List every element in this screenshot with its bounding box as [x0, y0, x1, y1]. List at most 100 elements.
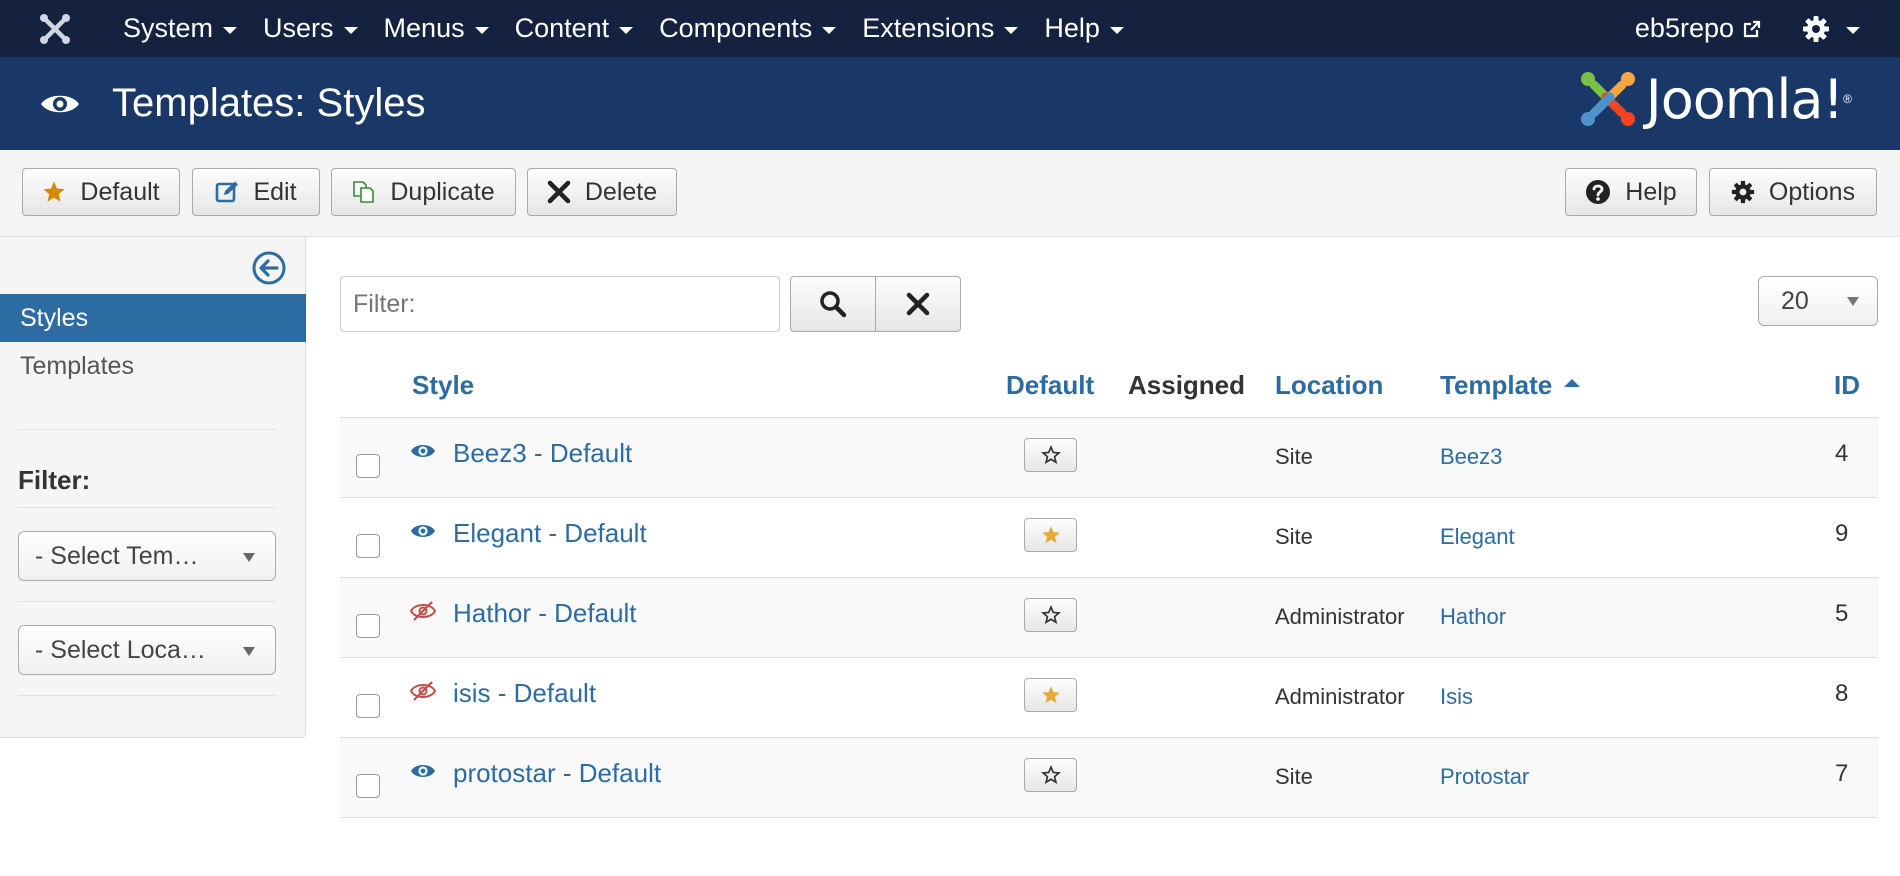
eye-slash-icon: [409, 680, 437, 708]
select-location-dropdown[interactable]: - Select Loca…: [18, 625, 276, 675]
search-button[interactable]: [790, 276, 876, 332]
site-name: eb5repo: [1634, 13, 1734, 43]
divider: [18, 601, 276, 602]
template-link[interactable]: Beez3: [1440, 444, 1502, 470]
sidebar-item-templates[interactable]: Templates: [0, 342, 306, 390]
table-body: Beez3 - Default Site Beez3 4 Elegant - Defau…: [340, 418, 1878, 818]
default-button[interactable]: Default: [22, 168, 180, 216]
divider: [18, 429, 276, 430]
style-name-link[interactable]: Beez3 - Default: [453, 438, 632, 469]
template-link[interactable]: Isis: [1440, 684, 1473, 710]
eye-icon: [40, 91, 84, 117]
delete-button[interactable]: Delete: [527, 168, 677, 216]
location-cell: Site: [1275, 764, 1313, 789]
menu-extensions-label: Extensions: [862, 13, 995, 43]
style-name-link[interactable]: protostar - Default: [453, 758, 661, 789]
collapse-sidebar-icon[interactable]: [252, 251, 286, 290]
table-row: Elegant - Default Site Elegant 9: [340, 498, 1878, 578]
joomla-brand-logo-icon: [1580, 72, 1635, 126]
set-default-button[interactable]: [1024, 438, 1077, 472]
chevron-down-icon: [243, 647, 255, 656]
menu-help-label: Help: [1044, 13, 1100, 43]
sidebar-item-styles[interactable]: Styles: [0, 294, 306, 342]
copy-icon: [352, 180, 376, 204]
style-name-link[interactable]: Elegant - Default: [453, 518, 647, 549]
menu-help[interactable]: Help: [1031, 0, 1137, 57]
toolbar: Default Edit Duplicate Delete Help Optio…: [0, 150, 1900, 237]
table-row: Beez3 - Default Site Beez3 4: [340, 418, 1878, 498]
list-limit-select[interactable]: 20: [1758, 276, 1878, 326]
page-header: Templates: Styles Joomla! ®: [0, 57, 1900, 150]
table-row: isis - Default Administrator Isis 8: [340, 658, 1878, 738]
registered-mark: ®: [1843, 92, 1852, 106]
styles-table: Style Default Assigned Location Template…: [340, 356, 1878, 818]
menu-users[interactable]: Users: [250, 0, 371, 57]
menu-menus[interactable]: Menus: [371, 0, 502, 57]
caret-down-icon: [343, 26, 358, 34]
caret-down-icon: [1109, 26, 1124, 34]
joomla-wordmark: Joomla!: [1645, 67, 1844, 131]
top-navbar: System Users Menus Content Components Ex…: [0, 0, 1900, 57]
id-cell: 8: [1835, 680, 1849, 707]
menu-users-label: Users: [263, 13, 334, 43]
sort-ascending-icon: [1564, 379, 1581, 388]
menu-menus-label: Menus: [383, 13, 465, 43]
menu-system[interactable]: System: [110, 0, 250, 57]
column-template-header[interactable]: Template: [1440, 370, 1581, 401]
column-id-header[interactable]: ID: [1834, 370, 1860, 401]
style-name-link[interactable]: Hathor - Default: [453, 598, 637, 629]
clear-filter-button[interactable]: [875, 276, 961, 332]
menu-content[interactable]: Content: [502, 0, 647, 57]
table-row: protostar - Default Site Protostar 7: [340, 738, 1878, 818]
set-default-button[interactable]: [1024, 598, 1077, 632]
location-cell: Administrator: [1275, 684, 1405, 709]
style-name-link[interactable]: isis - Default: [453, 678, 596, 709]
row-checkbox[interactable]: [356, 534, 380, 558]
column-location-header[interactable]: Location: [1275, 370, 1383, 401]
close-icon: [547, 180, 571, 204]
caret-down-icon: [1004, 26, 1019, 34]
column-style-header[interactable]: Style: [412, 370, 474, 401]
search-icon: [820, 291, 847, 318]
help-button[interactable]: Help: [1565, 168, 1697, 216]
id-cell: 9: [1835, 520, 1849, 547]
row-checkbox[interactable]: [356, 694, 380, 718]
filter-search-input[interactable]: [340, 276, 780, 332]
edit-button[interactable]: Edit: [192, 168, 320, 216]
set-default-button[interactable]: [1024, 518, 1077, 552]
eye-slash-icon: [409, 600, 437, 628]
menu-components-label: Components: [659, 13, 813, 43]
help-button-label: Help: [1625, 177, 1677, 206]
caret-down-icon: [223, 26, 238, 34]
column-template-label: Template: [1440, 370, 1553, 400]
filter-label: Filter:: [18, 465, 91, 495]
menu-extensions[interactable]: Extensions: [849, 0, 1031, 57]
column-default-header[interactable]: Default: [1006, 370, 1094, 401]
template-link[interactable]: Protostar: [1440, 764, 1529, 790]
menu-components[interactable]: Components: [646, 0, 849, 57]
eye-icon: [410, 760, 436, 786]
main-menu: System Users Menus Content Components Ex…: [110, 0, 1137, 57]
template-link[interactable]: Hathor: [1440, 604, 1506, 630]
set-default-button[interactable]: [1024, 758, 1077, 792]
template-link[interactable]: Elegant: [1440, 524, 1515, 550]
duplicate-button-label: Duplicate: [390, 177, 495, 206]
set-default-button[interactable]: [1024, 678, 1077, 712]
caret-down-icon: [1846, 26, 1860, 34]
row-checkbox[interactable]: [356, 614, 380, 638]
row-checkbox[interactable]: [356, 454, 380, 478]
joomla-logo-icon[interactable]: [0, 0, 110, 57]
row-checkbox[interactable]: [356, 774, 380, 798]
sidebar-item-label: Styles: [20, 303, 89, 332]
duplicate-button[interactable]: Duplicate: [331, 168, 516, 216]
select-template-dropdown[interactable]: - Select Tem…: [18, 531, 276, 581]
page-title: Templates: Styles: [112, 81, 426, 125]
options-button[interactable]: Options: [1709, 168, 1877, 216]
menu-system-label: System: [123, 13, 214, 43]
caret-down-icon: [619, 26, 634, 34]
edit-icon: [215, 180, 239, 204]
site-link[interactable]: eb5repo: [1635, 13, 1802, 44]
list-limit-value: 20: [1781, 286, 1809, 315]
star-icon: [1041, 525, 1061, 545]
user-menu[interactable]: [1802, 15, 1900, 43]
